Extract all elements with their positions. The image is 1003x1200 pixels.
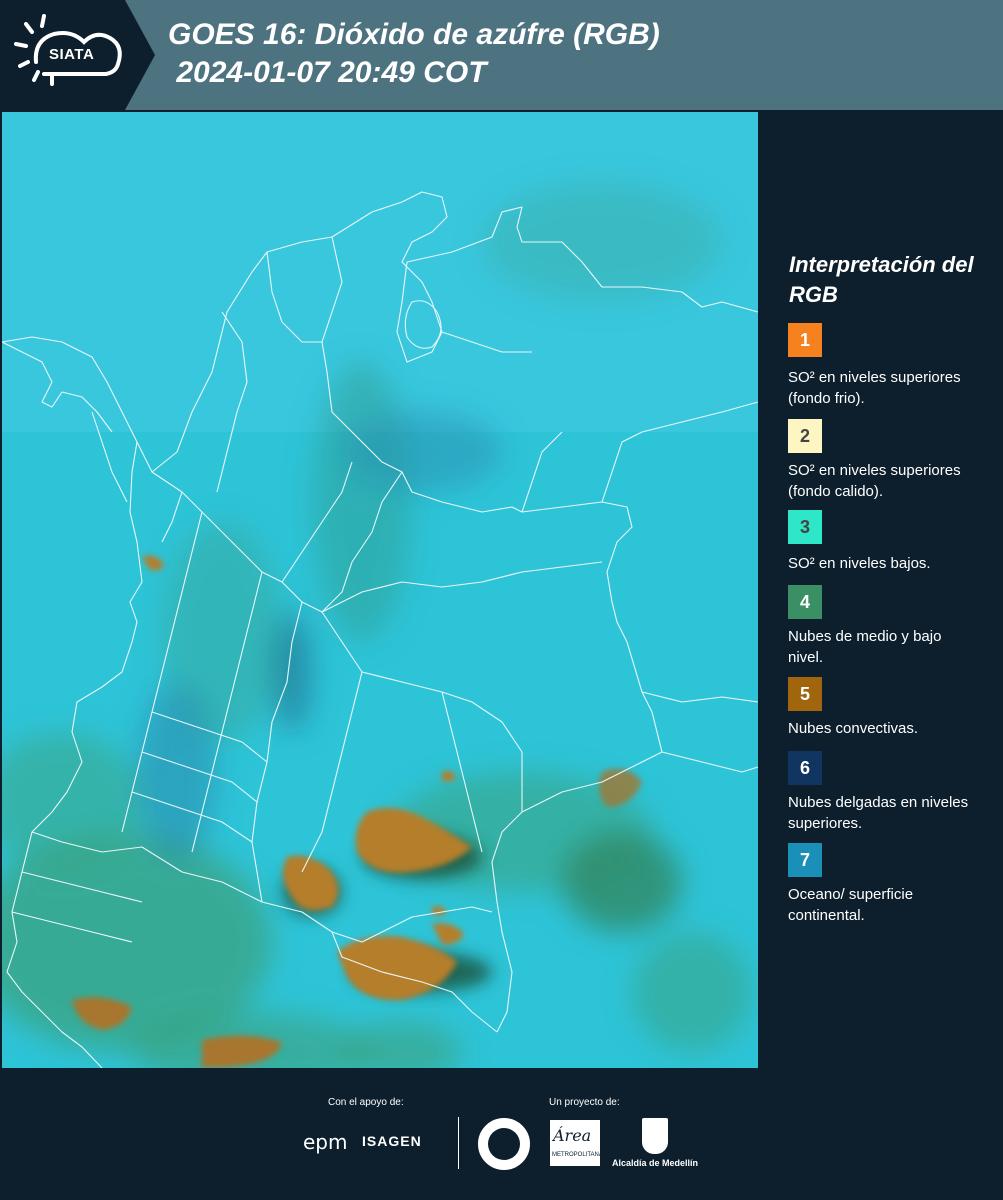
legend-swatch-6: 6 — [788, 751, 822, 785]
siata-logo-text: SIATA — [49, 46, 95, 63]
legend-swatch-1: 1 — [788, 323, 822, 357]
legend-number: 4 — [799, 592, 810, 612]
area-logo-text: Área — [553, 1126, 592, 1145]
legend-label-6: Nubes delgadas en niveles superiores. — [788, 794, 969, 832]
map-svg — [2, 112, 758, 1068]
legend-swatch-7: 7 — [788, 843, 822, 877]
support-label: Con el apoyo de: — [328, 1097, 404, 1108]
legend-label-2: SO² en niveles superiores (fondo calido)… — [788, 462, 961, 500]
legend-number: 2 — [799, 426, 810, 446]
legend-number: 6 — [799, 758, 810, 778]
legend-swatch-3: 3 — [788, 510, 822, 544]
legend-label-1: SO² en niveles superiores (fondo frio). — [788, 369, 961, 407]
isagen-logo: ISAGEN — [362, 1133, 422, 1149]
legend-swatch-5: 5 — [788, 677, 822, 711]
satellite-map — [2, 112, 758, 1068]
project-label: Un proyecto de: — [549, 1097, 620, 1108]
alcaldia-crest-icon — [642, 1118, 668, 1154]
legend-swatch-2: 2 — [788, 419, 822, 453]
legend-label-7: Oceano/ superficie continental. — [788, 886, 914, 924]
legend-number: 1 — [799, 330, 810, 350]
legend-label-3: SO² en niveles bajos. — [788, 555, 931, 572]
legend-number: 7 — [799, 850, 810, 870]
page-title: GOES 16: Dióxido de azúfre (RGB) 2024-01… — [168, 18, 660, 89]
legend-number: 3 — [799, 517, 810, 537]
legend-number: 5 — [799, 684, 810, 704]
legend-label-4: Nubes de medio y bajo nivel. — [788, 628, 942, 666]
medellin-seal-icon — [478, 1118, 530, 1170]
alcaldia-logo-text: Alcaldía de Medellín — [612, 1158, 699, 1168]
legend-swatch-4: 4 — [788, 585, 822, 619]
legend-title: Interpretación del RGB — [789, 252, 974, 307]
siata-logo: SIATA — [0, 0, 155, 110]
area-metropolitana-logo: Área METROPOLITANA — [550, 1120, 603, 1166]
footer-divider — [458, 1117, 459, 1169]
area-logo-subtext: METROPOLITANA — [552, 1152, 603, 1158]
epm-logo: epm — [303, 1130, 348, 1154]
legend-label-5: Nubes convectivas. — [788, 720, 919, 737]
header-bar: SIATA GOES 16: Dióxido de azúfre (RGB) 2… — [0, 0, 1003, 110]
